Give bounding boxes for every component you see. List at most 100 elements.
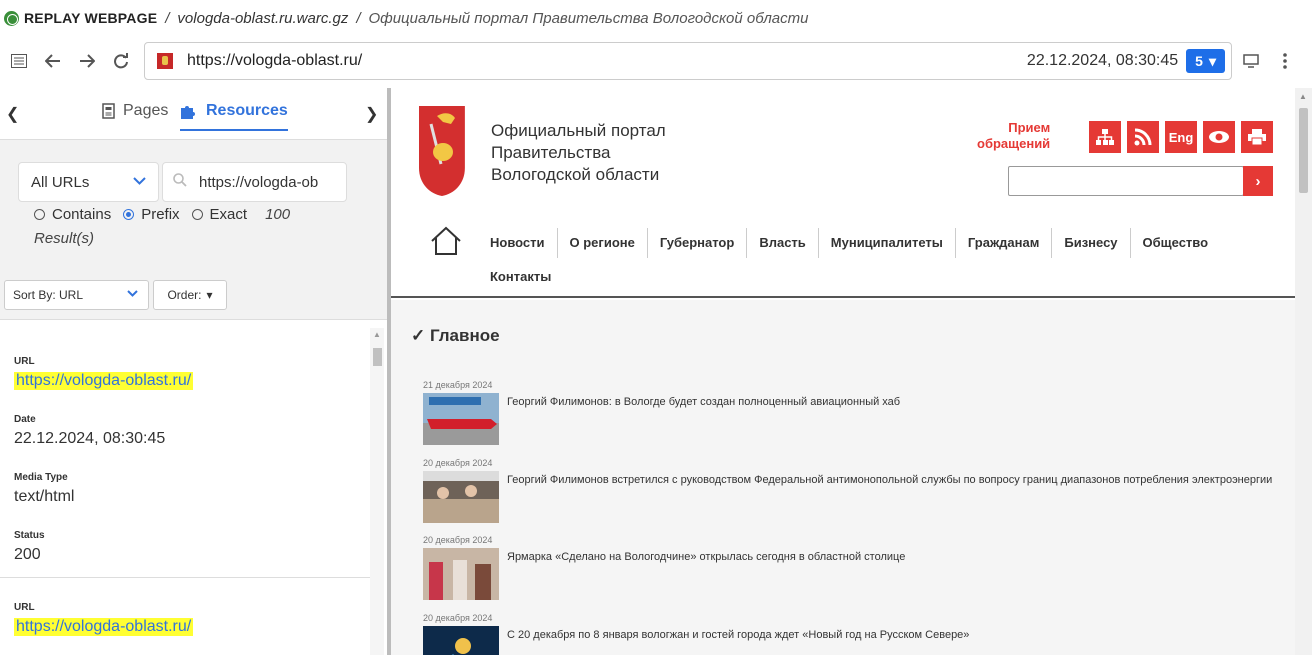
- result-url-label: URL: [14, 602, 35, 613]
- main-menu: Новости О регионе Губернатор Власть Муни…: [479, 228, 1259, 292]
- tab-resources[interactable]: Resources: [180, 102, 288, 131]
- order-dropdown[interactable]: Order: ▾: [153, 280, 227, 310]
- site-favicon-icon: [157, 53, 173, 69]
- result-url-link[interactable]: https://vologda-oblast.ru/: [14, 372, 194, 390]
- reload-icon[interactable]: [104, 44, 138, 78]
- scroll-up-icon[interactable]: ▲: [1299, 92, 1307, 101]
- news-item[interactable]: 20 декабря 2024 Ярмарка «Сделано на Воло…: [423, 535, 1283, 600]
- main-menu-row: Контакты: [479, 262, 1259, 292]
- menu-item-news[interactable]: Новости: [479, 228, 557, 258]
- scroll-up-icon[interactable]: ▲: [373, 330, 381, 339]
- radio-exact-label[interactable]: Exact: [210, 206, 248, 223]
- news-item[interactable]: 20 декабря 2024 Георгий Филимонов встрет…: [423, 458, 1283, 523]
- result-url-field: URL https://vologda-oblast.ru/: [14, 356, 370, 390]
- site-search-button[interactable]: ›: [1243, 166, 1273, 196]
- news-section: ✓ Главное 21 декабря 2024 Георгий Филимо…: [391, 300, 1295, 655]
- menu-item-citizens[interactable]: Гражданам: [954, 228, 1051, 258]
- news-thumbnail[interactable]: [423, 393, 499, 445]
- menu-item-region[interactable]: О регионе: [556, 228, 647, 258]
- news-title[interactable]: С 20 декабря по 8 января вологжан и гост…: [507, 626, 969, 644]
- breadcrumb-archive[interactable]: vologda-oblast.ru.warc.gz: [177, 10, 348, 27]
- tab-pages-label: Pages: [123, 102, 169, 119]
- screen-icon[interactable]: [1234, 44, 1268, 78]
- page-scrollbar[interactable]: ▲: [1295, 88, 1312, 655]
- sidebar-tabs: ❮ Pages Resources ❯: [0, 88, 387, 140]
- news-title[interactable]: Георгий Филимонов: в Вологде будет созда…: [507, 393, 900, 411]
- app-brand[interactable]: REPLAY WEBPAGE: [24, 10, 157, 26]
- tab-pages[interactable]: Pages: [102, 102, 168, 120]
- list-item[interactable]: URL https://vologda-oblast.ru/ Date 22.1…: [0, 320, 370, 564]
- rss-icon[interactable]: [1127, 121, 1159, 153]
- result-url-link[interactable]: https://vologda-oblast.ru/: [14, 618, 194, 636]
- chevron-left-icon[interactable]: ❮: [6, 104, 19, 124]
- resources-sidebar: ❮ Pages Resources ❯ All URLs https://vol…: [0, 88, 387, 655]
- radio-contains-label[interactable]: Contains: [52, 206, 111, 223]
- menu-item-power[interactable]: Власть: [746, 228, 817, 258]
- chevron-down-icon: [133, 173, 146, 189]
- section-title[interactable]: ✓ Главное: [411, 326, 500, 346]
- news-title[interactable]: Ярмарка «Сделано на Вологодчине» открыла…: [507, 548, 905, 566]
- list-item[interactable]: URL https://vologda-oblast.ru/: [0, 578, 370, 636]
- site-search-input[interactable]: [1008, 166, 1244, 196]
- result-status-value: 200: [14, 546, 41, 563]
- url-scope-select[interactable]: All URLs: [18, 162, 159, 202]
- result-media-field: Media Type text/html: [14, 472, 370, 506]
- menu-item-contacts[interactable]: Контакты: [479, 262, 563, 292]
- radio-prefix[interactable]: [123, 209, 135, 220]
- news-item[interactable]: 20 декабря 2024 С 20 декабря по 8 января…: [423, 613, 1283, 655]
- kebab-menu-icon[interactable]: [1268, 44, 1302, 78]
- news-date: 20 декабря 2024: [423, 535, 493, 545]
- chevron-right-icon[interactable]: ❯: [365, 104, 378, 124]
- sort-by-value: Sort By: URL: [13, 288, 84, 302]
- english-version-button[interactable]: Eng: [1165, 121, 1197, 153]
- forward-arrow-icon[interactable]: [70, 44, 104, 78]
- print-icon[interactable]: [1241, 121, 1273, 153]
- back-arrow-icon[interactable]: [36, 44, 70, 78]
- news-body: Георгий Филимонов: в Вологде будет созда…: [423, 393, 1283, 445]
- radio-exact[interactable]: [191, 209, 203, 220]
- eye-icon[interactable]: [1203, 121, 1235, 153]
- appeals-line: обращений: [977, 136, 1051, 151]
- page-scroll-thumb[interactable]: [1299, 108, 1308, 193]
- result-status-label: Status: [14, 530, 45, 541]
- home-icon[interactable]: [429, 226, 463, 256]
- news-item[interactable]: 21 декабря 2024 Георгий Филимонов: в Вол…: [423, 380, 1283, 445]
- site-title[interactable]: Официальный портал Правительства Вологод…: [491, 120, 666, 186]
- address-bar[interactable]: https://vologda-oblast.ru/ 22.12.2024, 0…: [144, 42, 1232, 80]
- news-thumbnail[interactable]: [423, 548, 499, 600]
- news-body: С 20 декабря по 8 января вологжан и гост…: [423, 626, 1283, 655]
- sidebar-scroll-thumb[interactable]: [373, 348, 382, 366]
- news-thumbnail[interactable]: [423, 471, 499, 523]
- result-media-value: text/html: [14, 488, 75, 505]
- menu-item-governor[interactable]: Губернатор: [646, 228, 746, 258]
- app-titlebar: REPLAY WEBPAGE / vologda-oblast.ru.warc.…: [0, 0, 1312, 36]
- news-title[interactable]: Георгий Филимонов встретился с руководст…: [507, 471, 1272, 489]
- menu-item-municipalities[interactable]: Муниципалитеты: [817, 228, 955, 258]
- puzzle-icon: [181, 106, 195, 119]
- caret-down-icon: ▾: [206, 288, 213, 302]
- sidebar-scrollbar[interactable]: ▲: [370, 328, 384, 655]
- menu-item-society[interactable]: Общество: [1129, 228, 1221, 258]
- caret-down-icon: ▾: [1208, 52, 1216, 69]
- menu-item-business[interactable]: Бизнесу: [1051, 228, 1129, 258]
- capture-count: 5: [1195, 53, 1203, 69]
- radio-contains[interactable]: [34, 209, 45, 220]
- search-icon: [173, 173, 187, 191]
- result-count: 100: [265, 206, 291, 223]
- sitemap-icon[interactable]: [1089, 121, 1121, 153]
- browser-toolbar: https://vologda-oblast.ru/ 22.12.2024, 0…: [0, 38, 1312, 84]
- news-thumbnail[interactable]: [423, 626, 499, 655]
- tab-resources-label: Resources: [206, 102, 288, 119]
- url-search-input[interactable]: https://vologda-ob: [162, 162, 347, 202]
- capture-count-dropdown[interactable]: 5 ▾: [1186, 49, 1225, 73]
- news-body: Ярмарка «Сделано на Вологодчине» открыла…: [423, 548, 1283, 600]
- appeals-line: Прием: [1008, 120, 1051, 135]
- address-url[interactable]: https://vologda-oblast.ru/: [187, 52, 1027, 70]
- coat-of-arms-logo[interactable]: [405, 106, 479, 196]
- sort-by-select[interactable]: Sort By: URL: [4, 280, 149, 310]
- document-icon: [102, 103, 115, 119]
- appeals-link[interactable]: Прием обращений: [977, 120, 1050, 152]
- radio-prefix-label[interactable]: Prefix: [141, 206, 179, 223]
- list-icon[interactable]: [2, 44, 36, 78]
- site-title-line: Правительства: [491, 143, 611, 162]
